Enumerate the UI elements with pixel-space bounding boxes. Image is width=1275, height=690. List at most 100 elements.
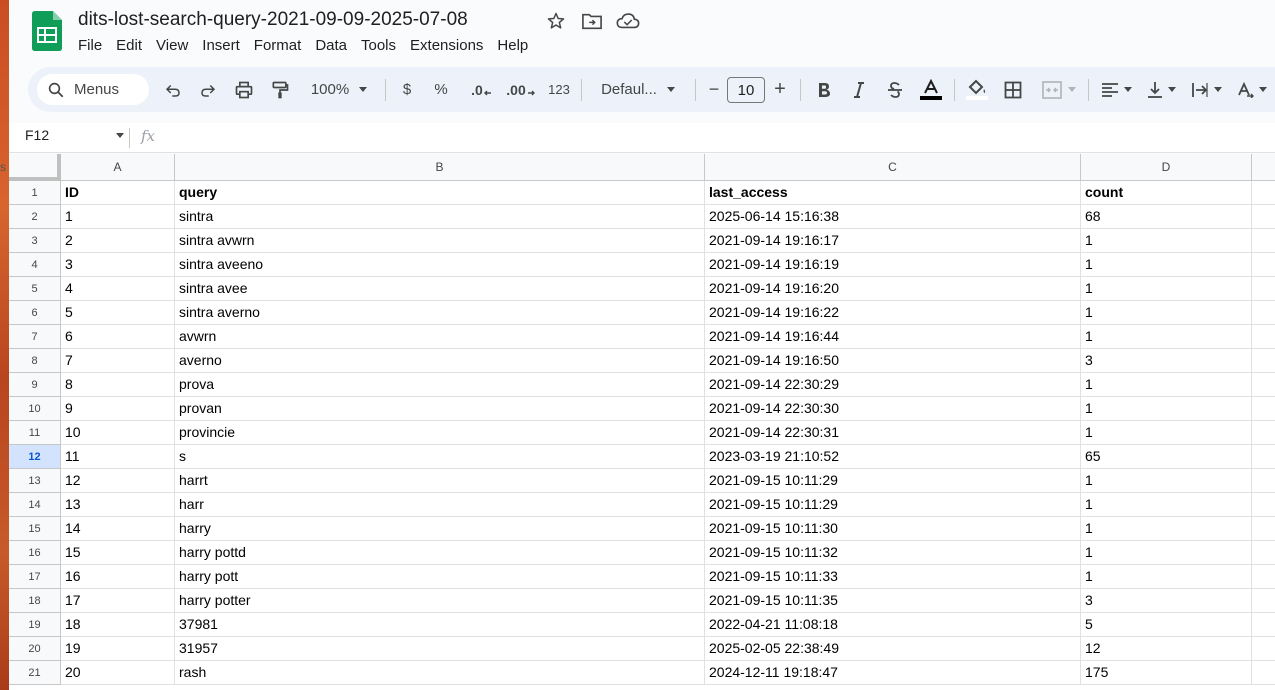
cell-a[interactable]: 20 bbox=[61, 661, 175, 685]
bold-icon[interactable] bbox=[809, 67, 839, 112]
cell-e[interactable] bbox=[1252, 493, 1275, 517]
cell-d[interactable]: 3 bbox=[1081, 589, 1252, 613]
cell-b[interactable]: rash bbox=[175, 661, 705, 685]
italic-icon[interactable] bbox=[844, 67, 874, 112]
menu-help[interactable]: Help bbox=[490, 37, 535, 55]
cell-d[interactable]: 1 bbox=[1081, 373, 1252, 397]
cell-a[interactable]: 14 bbox=[61, 517, 175, 541]
cell-e[interactable] bbox=[1252, 277, 1275, 301]
row-header[interactable]: 5 bbox=[9, 277, 61, 301]
cell-d[interactable]: 175 bbox=[1081, 661, 1252, 685]
menu-file[interactable]: File bbox=[78, 37, 109, 55]
cell-b[interactable]: harrt bbox=[175, 469, 705, 493]
decrease-font-size-button[interactable]: − bbox=[704, 67, 724, 112]
row-header[interactable]: 16 bbox=[9, 541, 61, 565]
cell-a[interactable]: 5 bbox=[61, 301, 175, 325]
cell-c[interactable]: 2021-09-14 19:16:50 bbox=[705, 349, 1081, 373]
increase-decimal-button[interactable]: .00 bbox=[502, 67, 540, 112]
cell-a[interactable]: 10 bbox=[61, 421, 175, 445]
cell-b[interactable]: sintra averno bbox=[175, 301, 705, 325]
cell-d[interactable]: 1 bbox=[1081, 517, 1252, 541]
cell-b[interactable]: 31957 bbox=[175, 637, 705, 661]
number-format-button[interactable]: 123 bbox=[544, 67, 574, 112]
cell-c[interactable]: 2021-09-14 22:30:29 bbox=[705, 373, 1081, 397]
cell-a[interactable]: 18 bbox=[61, 613, 175, 637]
horizontal-align-icon[interactable] bbox=[1094, 67, 1138, 112]
cell-b[interactable]: harry pottd bbox=[175, 541, 705, 565]
column-header-c[interactable]: C bbox=[705, 154, 1081, 181]
row-header[interactable]: 8 bbox=[9, 349, 61, 373]
cell-a[interactable]: 7 bbox=[61, 349, 175, 373]
cell-a[interactable]: 6 bbox=[61, 325, 175, 349]
cell-b[interactable]: harry potter bbox=[175, 589, 705, 613]
cell-b[interactable]: sintra avwrn bbox=[175, 229, 705, 253]
cell-b[interactable]: query bbox=[175, 181, 705, 205]
cell-e[interactable] bbox=[1252, 421, 1275, 445]
cell-b[interactable]: avwrn bbox=[175, 325, 705, 349]
cell-a[interactable]: 19 bbox=[61, 637, 175, 661]
cell-e[interactable] bbox=[1252, 613, 1275, 637]
cell-b[interactable]: prova bbox=[175, 373, 705, 397]
row-header[interactable]: 3 bbox=[9, 229, 61, 253]
row-header[interactable]: 4 bbox=[9, 253, 61, 277]
cell-e[interactable] bbox=[1252, 181, 1275, 205]
cell-d[interactable]: 12 bbox=[1081, 637, 1252, 661]
cell-b[interactable]: sintra bbox=[175, 205, 705, 229]
cell-b[interactable]: sintra aveeno bbox=[175, 253, 705, 277]
cell-c[interactable]: 2021-09-14 19:16:44 bbox=[705, 325, 1081, 349]
fill-color-icon[interactable] bbox=[962, 67, 992, 112]
cell-d[interactable]: 1 bbox=[1081, 229, 1252, 253]
menu-insert[interactable]: Insert bbox=[195, 37, 247, 55]
text-color-icon[interactable] bbox=[916, 67, 946, 112]
cell-a[interactable]: ID bbox=[61, 181, 175, 205]
column-header-a[interactable]: A bbox=[61, 154, 175, 181]
move-folder-icon[interactable] bbox=[579, 9, 605, 33]
cell-c[interactable]: 2021-09-14 19:16:17 bbox=[705, 229, 1081, 253]
cell-d[interactable]: 1 bbox=[1081, 541, 1252, 565]
cell-a[interactable]: 17 bbox=[61, 589, 175, 613]
row-header[interactable]: 1 bbox=[9, 181, 61, 205]
vertical-align-icon[interactable] bbox=[1139, 67, 1183, 112]
cell-b[interactable]: harry bbox=[175, 517, 705, 541]
cell-d[interactable]: 3 bbox=[1081, 349, 1252, 373]
cell-e[interactable] bbox=[1252, 517, 1275, 541]
column-header-e[interactable] bbox=[1252, 154, 1275, 181]
merge-cells-icon[interactable] bbox=[1036, 67, 1082, 112]
cell-d[interactable]: 1 bbox=[1081, 397, 1252, 421]
row-header[interactable]: 12 bbox=[9, 445, 61, 469]
document-title[interactable]: dits-lost-search-query-2021-09-09-2025-0… bbox=[78, 9, 468, 31]
select-all-corner[interactable] bbox=[9, 154, 61, 181]
borders-icon[interactable] bbox=[998, 67, 1028, 112]
cell-a[interactable]: 1 bbox=[61, 205, 175, 229]
cell-a[interactable]: 8 bbox=[61, 373, 175, 397]
cell-d[interactable]: 5 bbox=[1081, 613, 1252, 637]
cell-e[interactable] bbox=[1252, 373, 1275, 397]
font-size-input[interactable]: 10 bbox=[727, 77, 765, 103]
cell-c[interactable]: 2021-09-15 10:11:33 bbox=[705, 565, 1081, 589]
menu-format[interactable]: Format bbox=[247, 37, 309, 55]
cell-b[interactable]: s bbox=[175, 445, 705, 469]
cell-e[interactable] bbox=[1252, 205, 1275, 229]
cell-a[interactable]: 16 bbox=[61, 565, 175, 589]
cell-b[interactable]: provincie bbox=[175, 421, 705, 445]
cell-d[interactable]: 1 bbox=[1081, 469, 1252, 493]
row-header[interactable]: 9 bbox=[9, 373, 61, 397]
cell-d[interactable]: 1 bbox=[1081, 253, 1252, 277]
cell-d[interactable]: 1 bbox=[1081, 277, 1252, 301]
cell-c[interactable]: 2021-09-15 10:11:29 bbox=[705, 469, 1081, 493]
cell-c[interactable]: 2021-09-14 19:16:20 bbox=[705, 277, 1081, 301]
paint-format-icon[interactable] bbox=[265, 67, 295, 112]
cell-a[interactable]: 9 bbox=[61, 397, 175, 421]
sheets-logo-icon[interactable] bbox=[32, 11, 62, 51]
menu-view[interactable]: View bbox=[149, 37, 195, 55]
cell-c[interactable]: 2022-04-21 11:08:18 bbox=[705, 613, 1081, 637]
cell-d[interactable]: 68 bbox=[1081, 205, 1252, 229]
cell-c[interactable]: 2023-03-19 21:10:52 bbox=[705, 445, 1081, 469]
cell-a[interactable]: 12 bbox=[61, 469, 175, 493]
cell-e[interactable] bbox=[1252, 253, 1275, 277]
cell-a[interactable]: 2 bbox=[61, 229, 175, 253]
text-wrapping-icon[interactable] bbox=[1184, 67, 1228, 112]
cell-c[interactable]: 2021-09-15 10:11:30 bbox=[705, 517, 1081, 541]
cell-e[interactable] bbox=[1252, 589, 1275, 613]
cell-a[interactable]: 3 bbox=[61, 253, 175, 277]
